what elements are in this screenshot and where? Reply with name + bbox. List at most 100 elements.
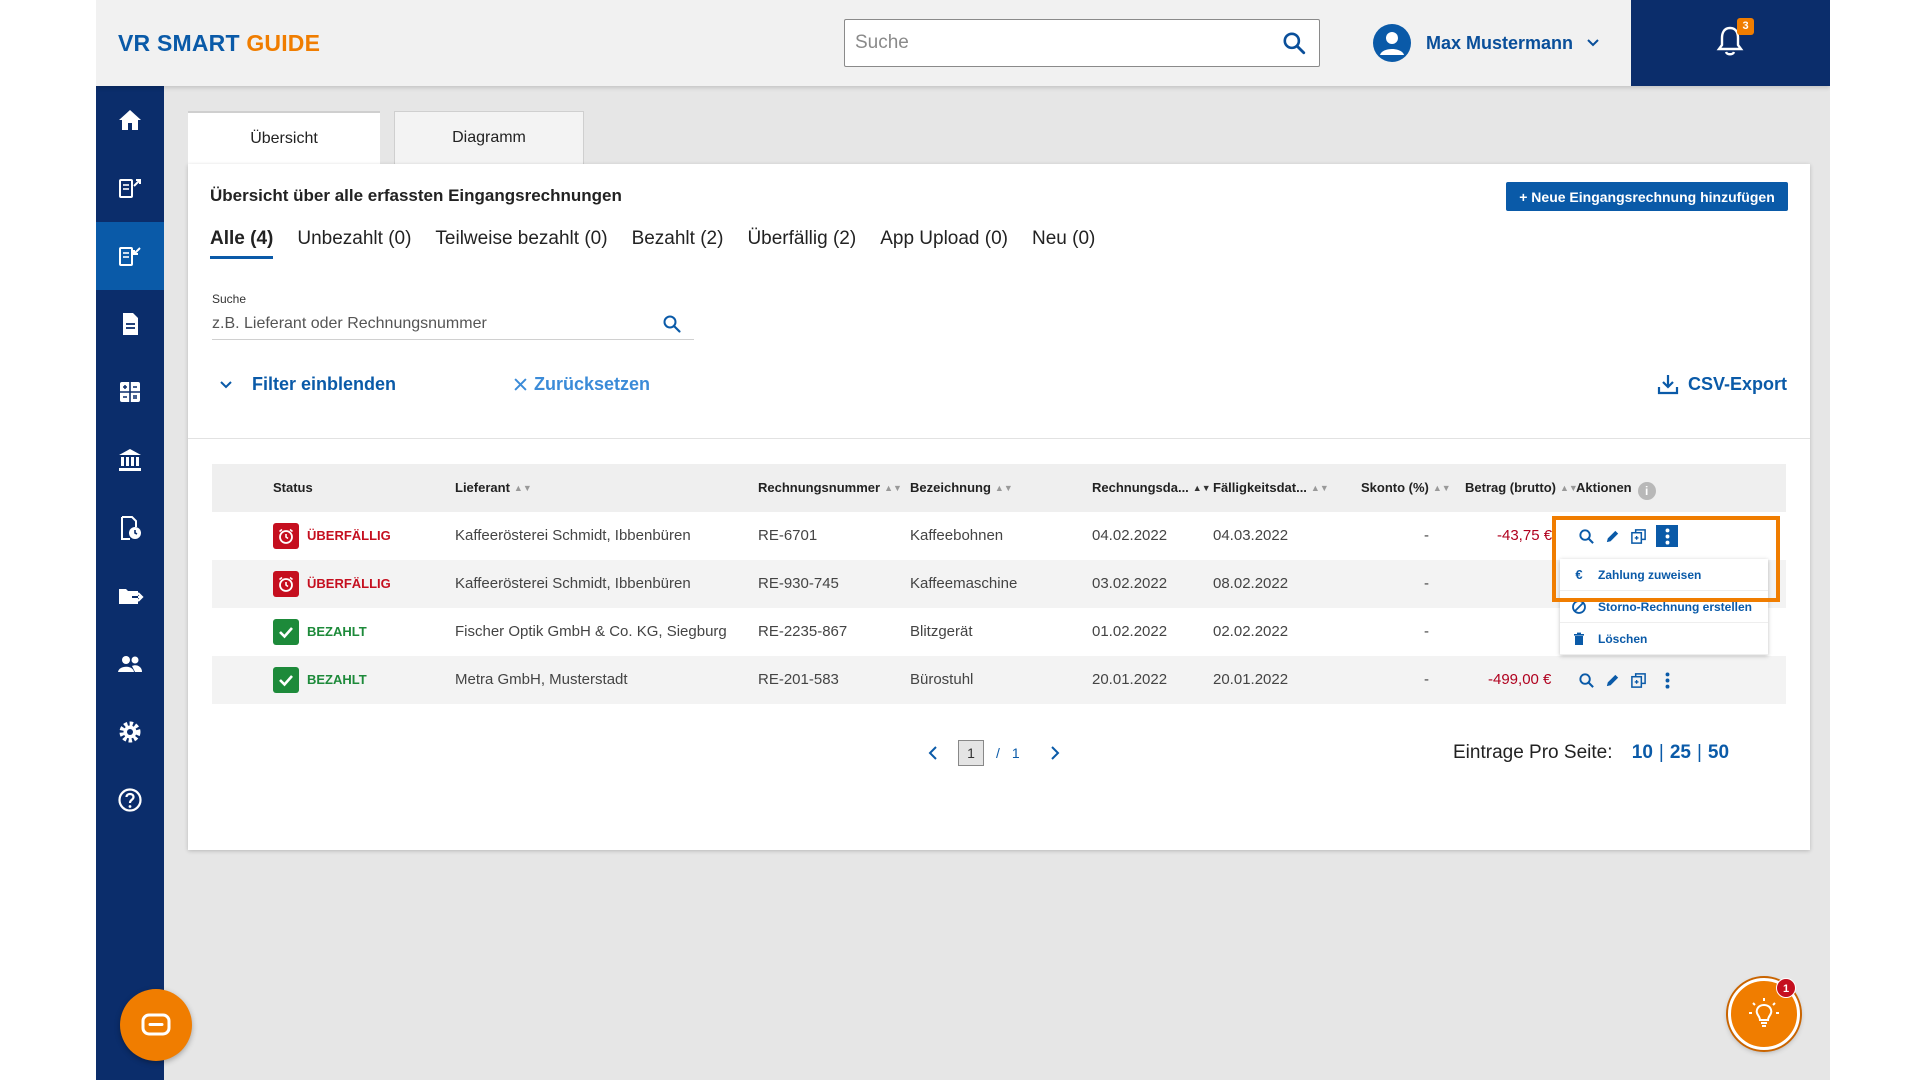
- page-title: Übersicht über alle erfassten Eingangsre…: [210, 186, 622, 205]
- notification-area: 3: [1631, 0, 1830, 86]
- per-page-10[interactable]: 10: [1632, 742, 1653, 763]
- invoice-number-cell: RE-201-583: [758, 671, 839, 688]
- invoice-search-input[interactable]: [212, 310, 652, 338]
- column-supplier[interactable]: Lieferant ▲▼: [455, 464, 532, 512]
- filter-overdue[interactable]: Überfällig (2): [747, 228, 856, 259]
- menu-item-create-cancellation[interactable]: Storno-Rechnung erstellen: [1560, 591, 1768, 623]
- sidebar-item-help[interactable]: [96, 766, 164, 834]
- entries-per-page: Eintrage Pro Seite: 10 | 25 | 50: [1453, 742, 1729, 764]
- download-icon: [1657, 375, 1679, 395]
- sidebar-item-export[interactable]: [96, 562, 164, 630]
- chevron-down-icon: [220, 380, 232, 388]
- filter-paid[interactable]: Bezahlt (2): [632, 228, 724, 259]
- sidebar-item-calculator[interactable]: [96, 358, 164, 426]
- due-date-cell: 20.01.2022: [1213, 671, 1289, 688]
- document-icon: [123, 313, 138, 335]
- csv-export-button[interactable]: CSV-Export: [1656, 372, 1787, 396]
- filter-app-upload[interactable]: App Upload (0): [880, 228, 1008, 259]
- sidebar: [96, 86, 164, 1080]
- status-cell: BEZAHLT: [273, 608, 367, 656]
- menu-item-delete[interactable]: Löschen: [1560, 623, 1768, 655]
- top-header: VR SMART GUIDE Max Mustermann 3: [96, 0, 1830, 86]
- duplicate-icon[interactable]: [1630, 528, 1647, 545]
- global-search-input[interactable]: [845, 20, 1265, 66]
- invoice-search: [212, 310, 694, 340]
- more-actions-button[interactable]: [1656, 525, 1678, 547]
- per-page-50[interactable]: 50: [1708, 742, 1729, 763]
- row-actions: [1578, 525, 1678, 547]
- column-invoice-number[interactable]: Rechnungsnummer ▲▼: [758, 464, 902, 512]
- table-row[interactable]: ÜBERFÄLLIG Kaffeerösterei Schmidt, Ibben…: [212, 560, 1786, 608]
- alarm-clock-icon: [273, 571, 299, 597]
- chevron-left-icon[interactable]: [926, 745, 940, 761]
- invoice-date-cell: 01.02.2022: [1092, 623, 1168, 640]
- filter-new[interactable]: Neu (0): [1032, 228, 1095, 259]
- sidebar-item-reminders[interactable]: [96, 494, 164, 562]
- current-page[interactable]: 1: [958, 740, 984, 766]
- column-discount[interactable]: Skonto (%) ▲▼: [1361, 464, 1451, 512]
- sidebar-item-outgoing-invoices[interactable]: [96, 154, 164, 222]
- document-clock-icon: [121, 516, 141, 540]
- user-name: Max Mustermann: [1426, 32, 1574, 53]
- app-logo[interactable]: VR SMART GUIDE: [118, 30, 320, 57]
- cancel-icon: [1570, 599, 1588, 615]
- filter-toggle-label: Filter einblenden: [252, 374, 397, 394]
- sidebar-item-documents[interactable]: [96, 290, 164, 358]
- tab-overview[interactable]: Übersicht: [188, 111, 380, 164]
- sidebar-item-users[interactable]: [96, 630, 164, 698]
- search-label: Suche: [212, 292, 247, 306]
- duplicate-icon[interactable]: [1630, 672, 1647, 689]
- discount-cell: -: [1424, 527, 1429, 544]
- filter-partially-paid[interactable]: Teilweise bezahlt (0): [435, 228, 607, 259]
- filter-toggle-button[interactable]: Filter einblenden: [218, 374, 396, 395]
- search-icon[interactable]: [662, 314, 682, 334]
- per-page-25[interactable]: 25: [1670, 742, 1691, 763]
- column-amount[interactable]: Betrag (brutto) ▲▼: [1465, 464, 1578, 512]
- sidebar-item-home[interactable]: [96, 86, 164, 154]
- filter-all[interactable]: Alle (4): [210, 228, 274, 259]
- outgoing-invoice-icon: [119, 179, 141, 198]
- column-invoice-date[interactable]: Rechnungsda... ▲▼: [1092, 464, 1211, 512]
- invoice-number-cell: RE-2235-867: [758, 623, 848, 640]
- view-icon[interactable]: [1578, 528, 1595, 545]
- home-icon: [119, 110, 141, 130]
- add-invoice-button[interactable]: + Neue Eingangsrechnung hinzufügen: [1506, 182, 1788, 211]
- sort-icon: ▲▼: [994, 483, 1013, 493]
- reset-filters-button[interactable]: Zurücksetzen: [514, 374, 650, 395]
- bank-icon: [119, 449, 141, 471]
- table-row[interactable]: ÜBERFÄLLIG Kaffeerösterei Schmidt, Ibben…: [212, 512, 1786, 560]
- view-icon[interactable]: [1578, 672, 1595, 689]
- alarm-clock-icon: [273, 523, 299, 549]
- checkmark-icon: [273, 667, 299, 693]
- search-icon[interactable]: [1281, 30, 1307, 56]
- settings-icon: [119, 721, 141, 743]
- more-actions-button[interactable]: [1656, 669, 1678, 691]
- edit-icon[interactable]: [1604, 672, 1621, 689]
- user-menu[interactable]: Max Mustermann: [1372, 22, 1601, 64]
- table-row[interactable]: BEZAHLT Fischer Optik GmbH & Co. KG, Sie…: [212, 608, 1786, 656]
- total-pages: 1: [1011, 745, 1020, 761]
- tab-chart[interactable]: Diagramm: [394, 111, 584, 164]
- status-cell: ÜBERFÄLLIG: [273, 512, 391, 560]
- sort-icon: ▲▼: [1310, 483, 1329, 493]
- csv-export-label: CSV-Export: [1688, 373, 1788, 394]
- column-due-date[interactable]: Fälligkeitsdat... ▲▼: [1213, 464, 1329, 512]
- column-status: Status: [273, 480, 313, 495]
- edit-icon[interactable]: [1604, 528, 1621, 545]
- chevron-right-icon[interactable]: [1048, 745, 1062, 761]
- table-row[interactable]: BEZAHLT Metra GmbH, Musterstadt RE-201-5…: [212, 656, 1786, 704]
- due-date-cell: 08.02.2022: [1213, 575, 1289, 592]
- info-icon[interactable]: i: [1637, 482, 1656, 500]
- notification-badge: 3: [1737, 18, 1754, 35]
- tips-badge: 1: [1776, 978, 1796, 998]
- filter-unpaid[interactable]: Unbezahlt (0): [297, 228, 411, 259]
- sort-icon: ▲▼: [513, 483, 532, 493]
- sidebar-item-bank[interactable]: [96, 426, 164, 494]
- close-icon: [514, 378, 527, 391]
- sidebar-item-settings[interactable]: [96, 698, 164, 766]
- column-description[interactable]: Bezeichnung ▲▼: [910, 464, 1013, 512]
- chat-button[interactable]: [120, 989, 192, 1061]
- description-cell: Blitzgerät: [910, 623, 973, 640]
- menu-item-assign-payment[interactable]: € Zahlung zuweisen: [1560, 559, 1768, 591]
- sidebar-item-incoming-invoices[interactable]: [96, 222, 164, 290]
